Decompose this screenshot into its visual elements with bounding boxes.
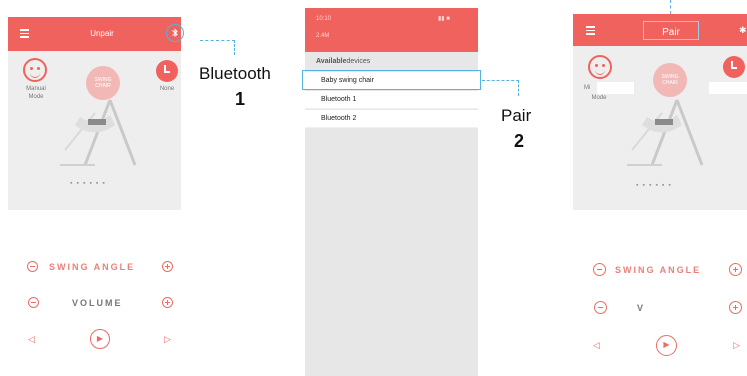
volume-minus-icon[interactable] xyxy=(594,301,607,314)
bluetooth-icon[interactable]: ✱ xyxy=(739,25,747,36)
mode-label-mask xyxy=(597,82,634,94)
status-info: 2.4M xyxy=(316,33,330,39)
status-icons: ▮▮ ■ xyxy=(438,16,450,22)
callout1-number: 1 xyxy=(235,89,246,109)
callout1-line xyxy=(200,40,235,55)
face-icon xyxy=(23,58,47,82)
play-icon[interactable]: ▶ xyxy=(656,335,677,356)
devices-section-title: Availabledevices xyxy=(316,58,371,65)
swing-chair-image xyxy=(60,99,137,166)
plus-icon[interactable] xyxy=(729,263,742,276)
mode-label-2: Mode xyxy=(28,94,44,100)
volume-plus-icon[interactable] xyxy=(729,301,742,314)
callout2-line xyxy=(482,80,519,96)
previous-icon[interactable]: ◁ xyxy=(28,334,35,345)
status-time: 10:10 xyxy=(316,16,332,22)
volume-plus-icon[interactable] xyxy=(162,297,173,308)
swing-level-indicator: ▪▪▪▪▪▪ xyxy=(636,182,675,189)
screen3-header-title: Pair xyxy=(662,27,680,38)
timer-label-mask xyxy=(709,82,747,94)
screen1-header-title: Unpair xyxy=(90,29,114,38)
menu-icon[interactable] xyxy=(586,26,595,35)
volume-label: V xyxy=(637,303,646,313)
device-highlight-box xyxy=(302,70,481,90)
face-icon xyxy=(588,55,612,79)
callout3-line xyxy=(670,0,672,14)
callout2-text: Pair xyxy=(501,106,532,125)
swing-angle-label: SWING ANGLE xyxy=(49,262,136,272)
bluetooth-icon[interactable] xyxy=(166,24,184,42)
next-icon[interactable]: ▷ xyxy=(164,334,171,345)
swing-angle-label: SWING ANGLE xyxy=(615,265,702,275)
minus-icon[interactable] xyxy=(593,263,606,276)
timer-icon[interactable] xyxy=(156,60,178,82)
play-icon[interactable]: ▶ xyxy=(90,329,110,349)
device-bluetooth-1[interactable]: Bluetooth 1 xyxy=(305,91,478,109)
minus-icon[interactable] xyxy=(27,261,38,272)
volume-label: VOLUME xyxy=(72,298,123,308)
pair-header-button[interactable]: Pair xyxy=(643,21,699,40)
swing-chair-image xyxy=(627,99,704,166)
volume-minus-icon[interactable] xyxy=(28,297,39,308)
timer-icon[interactable] xyxy=(723,56,745,78)
device-bluetooth-2[interactable]: Bluetooth 2 xyxy=(305,110,478,128)
timer-label: None xyxy=(159,86,175,92)
callout2-number: 2 xyxy=(514,131,525,151)
previous-icon[interactable]: ◁ xyxy=(593,340,600,351)
swing-level-indicator: ▪▪▪▪▪▪ xyxy=(70,180,109,187)
mode-label-1: Manual xyxy=(26,86,46,92)
screen2-header xyxy=(305,8,478,52)
mode-label-2: Mode xyxy=(591,95,607,101)
swing-chair-badge: SWING CHAIR xyxy=(653,63,687,97)
plus-icon[interactable] xyxy=(162,261,173,272)
menu-icon[interactable] xyxy=(20,29,29,38)
next-icon[interactable]: ▷ xyxy=(733,340,740,351)
callout1-text: Bluetooth xyxy=(199,64,271,83)
